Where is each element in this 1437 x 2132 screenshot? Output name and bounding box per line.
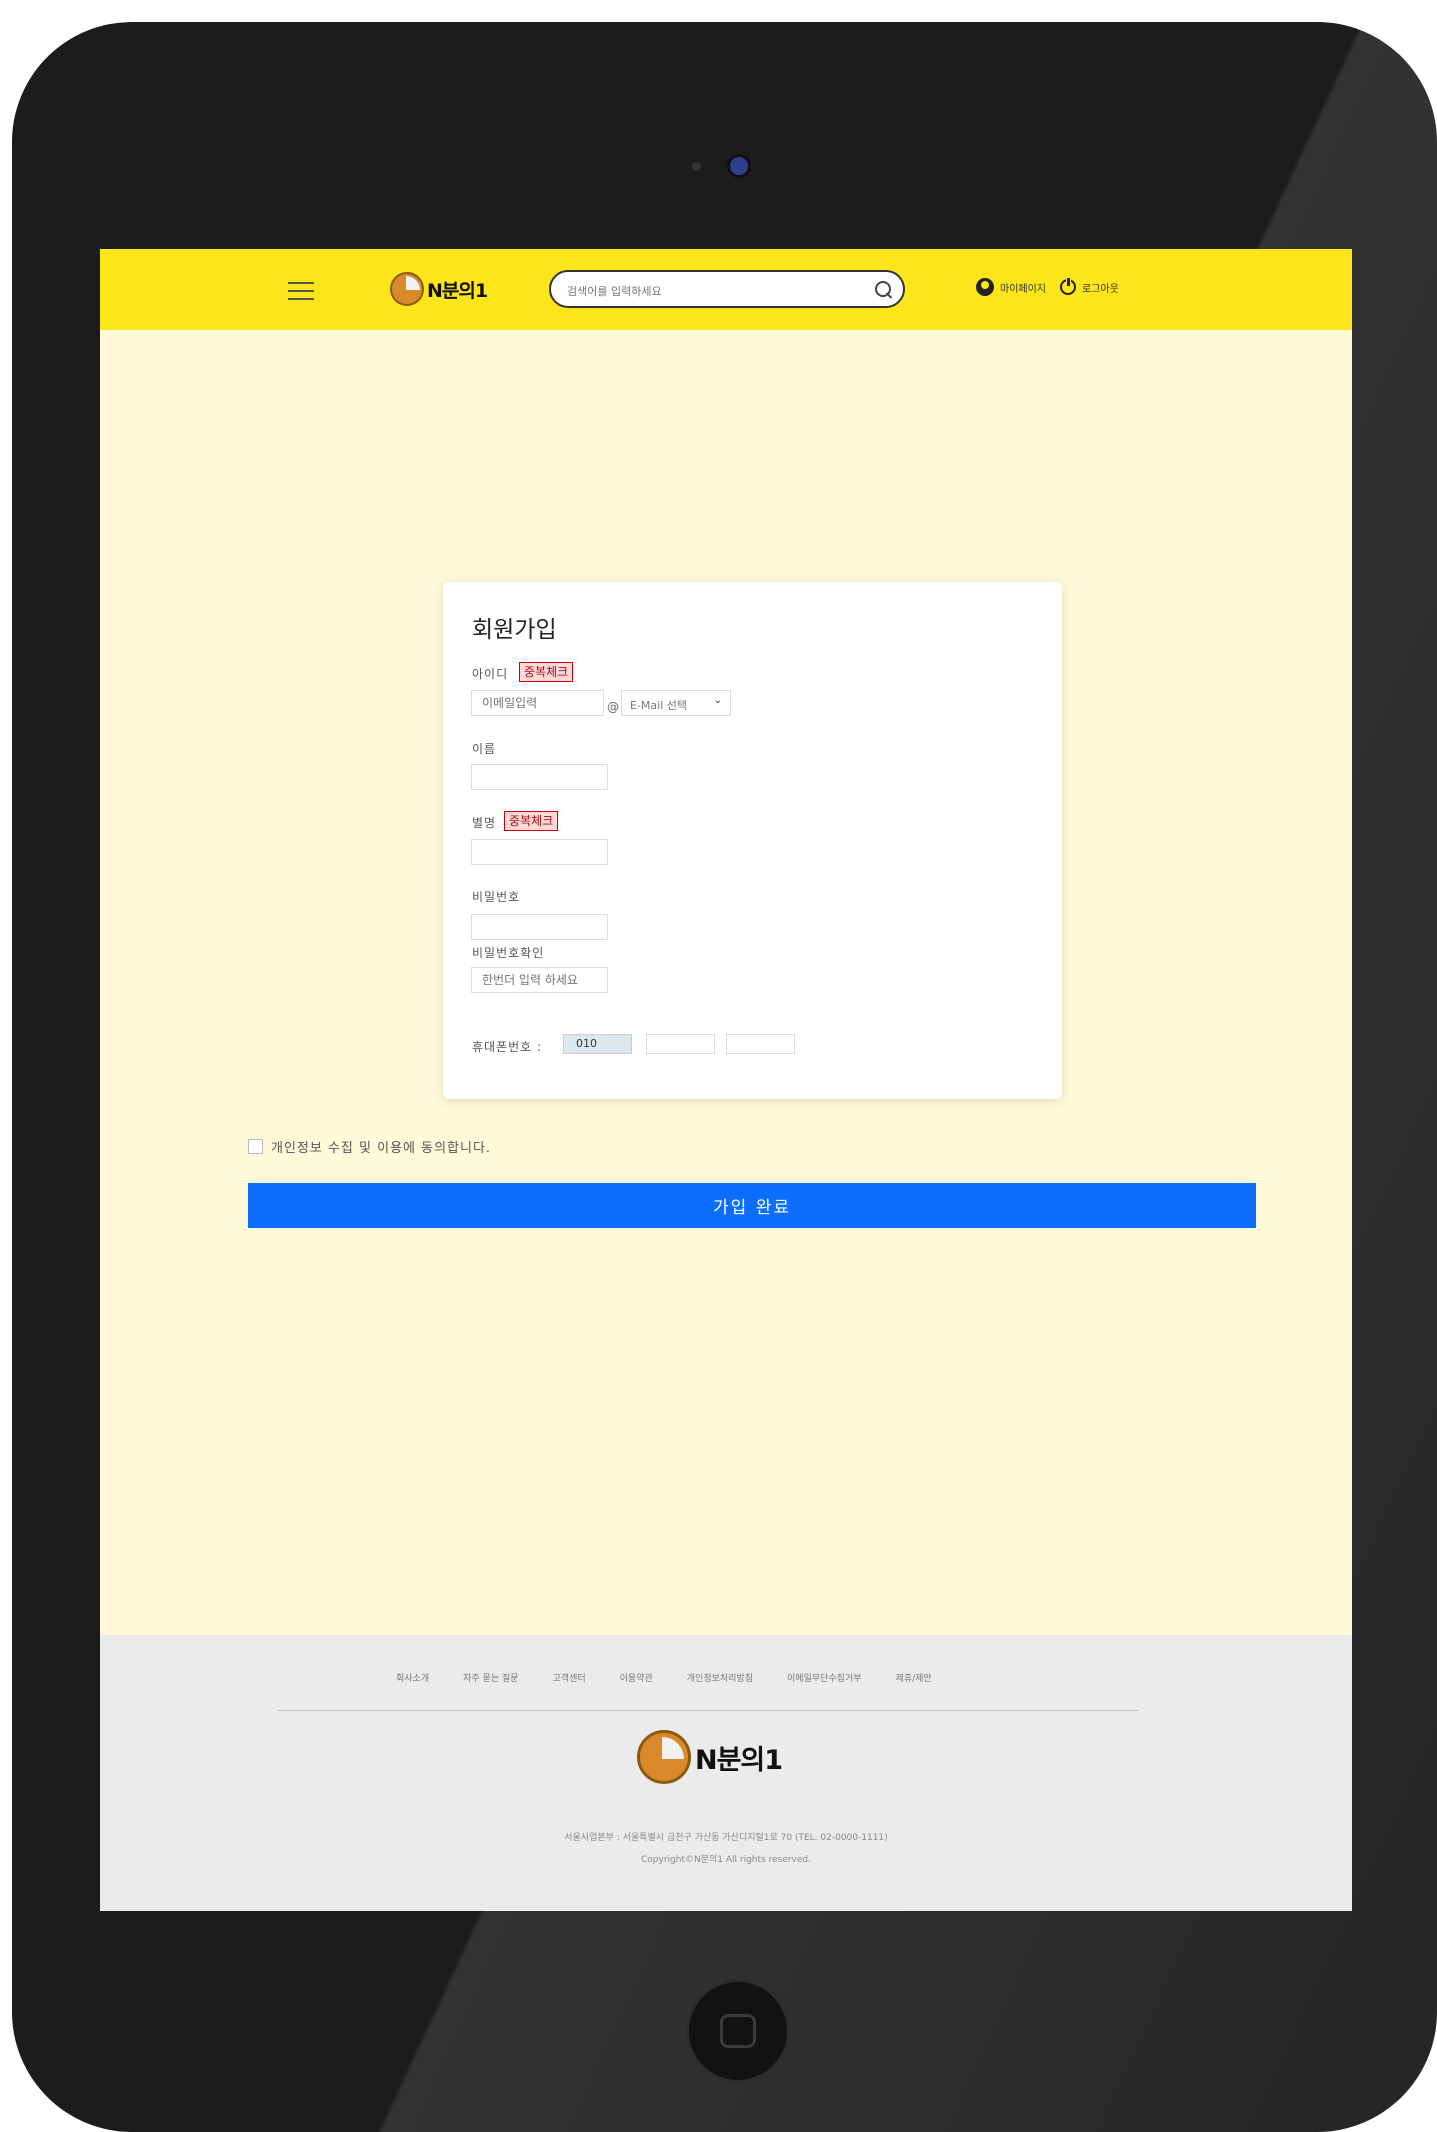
logo-pie-icon (390, 272, 424, 306)
page-title: 회원가입 (472, 617, 557, 643)
logout-link[interactable]: 로그아웃 (1082, 280, 1119, 295)
footer-logo-pie-icon (637, 1730, 691, 1784)
footer-link-privacy[interactable]: 개인정보처리방침 (687, 1671, 753, 1684)
signup-submit-button[interactable]: 가입 완료 (248, 1183, 1256, 1228)
password-confirm-label: 비밀번호확인 (472, 946, 545, 960)
footer-link-partnership[interactable]: 제휴/제안 (896, 1671, 932, 1684)
site-header: N분의1 마이페이지 로그아웃 (100, 249, 1352, 330)
footer-divider (278, 1710, 1138, 1711)
phone-prefix-field[interactable]: 010 (563, 1034, 632, 1054)
site-logo[interactable]: N분의1 (390, 270, 488, 308)
search-icon[interactable] (875, 281, 891, 297)
password-label: 비밀번호 (472, 890, 521, 904)
user-links: 마이페이지 로그아웃 (976, 277, 1119, 296)
user-icon[interactable] (976, 278, 994, 296)
signup-card: 회원가입 아이디 중복체크 @ E-Mail 선택 ⌄ 이름 별명 중복체크 비… (443, 582, 1062, 1099)
phone-label: 휴대폰번호 : (472, 1040, 543, 1054)
footer-copyright: Copyright©N분의1 All rights reserved. (641, 1855, 811, 1865)
nickname-dup-check-button[interactable]: 중복체크 (504, 811, 559, 831)
footer-address: 서울사업본부 : 서울특별시 금천구 가산동 가산디지털1로 70 (TEL. … (564, 1833, 888, 1843)
password-confirm-input[interactable] (471, 967, 608, 993)
footer-link-faq[interactable]: 자주 묻는 질문 (463, 1671, 518, 1684)
nickname-label: 별명 (472, 816, 497, 830)
phone-last-input[interactable] (726, 1034, 795, 1054)
agreement-row: 개인정보 수집 및 이용에 동의합니다. (248, 1137, 491, 1156)
id-dup-check-button[interactable]: 중복체크 (519, 662, 574, 682)
site-footer: 회사소개 자주 묻는 질문 고객센터 이용약관 개인정보처리방침 이메일무단수집… (100, 1635, 1352, 1911)
footer-nav: 회사소개 자주 묻는 질문 고객센터 이용약관 개인정보처리방침 이메일무단수집… (396, 1671, 932, 1684)
footer-link-company[interactable]: 회사소개 (396, 1671, 429, 1684)
name-input[interactable] (471, 764, 608, 790)
camera-sensor (692, 162, 701, 171)
footer-logo: N분의1 (637, 1730, 783, 1784)
search-input[interactable] (565, 280, 869, 302)
email-domain-select[interactable]: E-Mail 선택 ⌄ (621, 690, 731, 716)
email-local-input[interactable] (471, 690, 604, 716)
name-label: 이름 (472, 742, 497, 756)
footer-link-support[interactable]: 고객센터 (553, 1671, 586, 1684)
agreement-label: 개인정보 수집 및 이용에 동의합니다. (271, 1141, 492, 1156)
hamburger-menu-icon[interactable] (288, 282, 314, 300)
chevron-down-icon: ⌄ (713, 695, 722, 706)
id-label: 아이디 (472, 667, 509, 681)
nickname-input[interactable] (471, 839, 608, 865)
footer-link-email-policy[interactable]: 이메일무단수집거부 (787, 1671, 862, 1684)
search-bar (549, 270, 905, 308)
power-icon[interactable] (1060, 277, 1076, 295)
home-button[interactable] (686, 1979, 790, 2083)
agreement-checkbox[interactable] (248, 1139, 263, 1154)
home-button-icon (720, 2014, 756, 2048)
mypage-link[interactable]: 마이페이지 (1000, 280, 1046, 295)
at-sign: @ (607, 700, 619, 714)
camera-lens (730, 157, 748, 175)
password-input[interactable] (471, 914, 608, 940)
screen: N분의1 마이페이지 로그아웃 회원가입 아이디 중복체크 @ E-Mail 선… (100, 249, 1352, 1911)
logo-text: N분의1 (427, 279, 488, 302)
footer-link-terms[interactable]: 이용약관 (620, 1671, 653, 1684)
email-domain-selected: E-Mail 선택 (630, 699, 687, 712)
phone-middle-input[interactable] (646, 1034, 715, 1054)
footer-logo-text: N분의1 (695, 1744, 783, 1776)
